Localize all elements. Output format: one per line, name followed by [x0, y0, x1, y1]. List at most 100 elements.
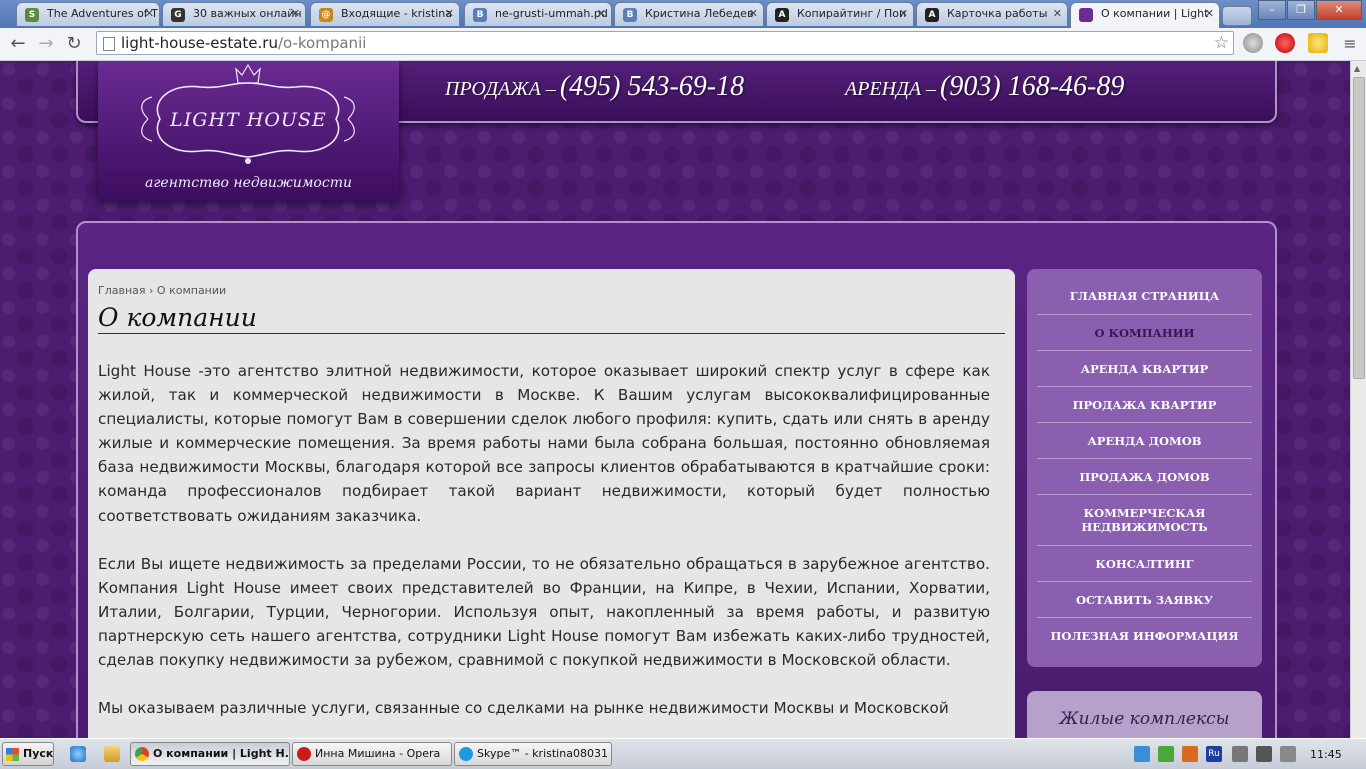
tray-device-icon[interactable]: [1256, 746, 1272, 762]
bookmark-star-icon[interactable]: ☆: [1214, 32, 1229, 54]
content-panel: Главная › О компании О компании Light Ho…: [88, 269, 1015, 738]
url-path: /o-kompanii: [277, 34, 367, 52]
tab-favicon-icon: B: [623, 8, 637, 22]
reload-icon[interactable]: ↻: [62, 32, 86, 56]
menu-item-commercial[interactable]: КОММЕРЧЕСКАЯ НЕДВИЖИМОСТЬ: [1037, 495, 1252, 546]
menu-item-rent-houses[interactable]: АРЕНДА ДОМОВ: [1037, 423, 1252, 459]
rent-phone-number: (903) 168-46-89: [940, 71, 1125, 102]
residential-complexes-title[interactable]: Жилые комплексы: [1027, 709, 1262, 729]
close-window-icon[interactable]: ✕: [1316, 0, 1362, 20]
browser-tab[interactable]: A Карточка работы ✕: [916, 2, 1068, 26]
tab-close-icon[interactable]: ✕: [1205, 7, 1214, 20]
logo-tagline: агентство недвижимости: [145, 175, 352, 191]
maximize-icon[interactable]: ❐: [1287, 0, 1315, 20]
skype-icon: [459, 747, 473, 761]
tray-network-icon[interactable]: [1134, 746, 1150, 762]
chrome-icon: [135, 747, 149, 761]
forward-arrow-icon[interactable]: →: [34, 32, 58, 56]
task-label: Инна Мишина - Opera: [315, 747, 441, 760]
start-button[interactable]: Пуск: [2, 742, 54, 766]
tray-volume-icon[interactable]: [1280, 746, 1296, 762]
tray-info-icon[interactable]: [1232, 746, 1248, 762]
menu-item-rent-apartments[interactable]: АРЕНДА КВАРТИР: [1037, 351, 1252, 387]
browser-tab[interactable]: A Копирайтинг / Пои ✕: [766, 2, 914, 26]
tab-favicon-icon: G: [171, 8, 185, 22]
tab-label: The Adventures of T: [47, 7, 158, 20]
rent-label: АРЕНДА –: [845, 78, 937, 100]
tab-favicon-icon: A: [775, 8, 789, 22]
tray-antivirus-icon[interactable]: [1182, 746, 1198, 762]
tab-label: Копирайтинг / Пои: [797, 7, 907, 20]
tab-label: Кристина Лебедев: [645, 7, 754, 20]
tray-clock[interactable]: 11:45: [1310, 748, 1342, 761]
paragraph: Если Вы ищете недвижимость за пределами …: [98, 554, 990, 670]
tab-close-icon[interactable]: ✕: [445, 7, 454, 20]
tray-check-icon[interactable]: [1158, 746, 1174, 762]
browser-tab[interactable]: S The Adventures of T ✕: [16, 2, 160, 26]
breadcrumb-home-link[interactable]: Главная: [98, 284, 146, 297]
scroll-up-icon[interactable]: ▲: [1354, 64, 1360, 73]
web-page: LIGHT HOUSE агентство недвижимости ПРОДА…: [0, 61, 1350, 738]
task-label: Skype™ - kristina08031: [477, 747, 608, 760]
menu-item-sale-houses[interactable]: ПРОДАЖА ДОМОВ: [1037, 459, 1252, 495]
ie-icon[interactable]: [70, 746, 86, 762]
extension-globe-icon[interactable]: [1243, 33, 1263, 53]
site-logo[interactable]: LIGHT HOUSE агентство недвижимости: [98, 61, 399, 201]
extension-bee-icon[interactable]: [1308, 33, 1328, 53]
page-icon: [103, 37, 115, 51]
logo-name: LIGHT HOUSE: [170, 109, 327, 131]
menu-item-about[interactable]: О КОМПАНИИ: [1037, 315, 1252, 351]
menu-icon[interactable]: ≡: [1338, 32, 1362, 56]
sale-phone: ПРОДАЖА – (495) 543-69-18: [445, 71, 744, 103]
browser-tab-strip: S The Adventures of T ✕ G 30 важных онла…: [0, 0, 1366, 28]
sidebar-menu: ГЛАВНАЯ СТРАНИЦА О КОМПАНИИ АРЕНДА КВАРТ…: [1027, 269, 1262, 667]
page-scrollbar[interactable]: ▲: [1350, 61, 1366, 738]
browser-tab-active[interactable]: О компании | Light ✕: [1070, 2, 1220, 28]
minimize-icon[interactable]: –: [1258, 0, 1286, 20]
tab-favicon-icon: A: [925, 8, 939, 22]
sale-phone-number: (495) 543-69-18: [559, 71, 745, 102]
back-arrow-icon[interactable]: ←: [6, 32, 30, 56]
extension-power-icon[interactable]: [1275, 33, 1295, 53]
tab-close-icon[interactable]: ✕: [1053, 7, 1062, 20]
address-bar[interactable]: light-house-estate.ru/o-kompanii ☆: [96, 31, 1234, 55]
tab-close-icon[interactable]: ✕: [749, 7, 758, 20]
paragraph: Light House -это агентство элитной недви…: [98, 362, 990, 525]
rent-phone: АРЕНДА – (903) 168-46-89: [845, 71, 1124, 103]
browser-tab[interactable]: G 30 важных онлайн ✕: [162, 2, 306, 26]
tray-language-icon[interactable]: Ru: [1206, 746, 1222, 762]
menu-item-useful-info[interactable]: ПОЛЕЗНАЯ ИНФОРМАЦИЯ: [1037, 618, 1252, 654]
menu-item-sale-apartments[interactable]: ПРОДАЖА КВАРТИР: [1037, 387, 1252, 423]
tab-close-icon[interactable]: ✕: [899, 7, 908, 20]
browser-toolbar: ← → ↻ light-house-estate.ru/o-kompanii ☆…: [0, 28, 1366, 61]
browser-tab[interactable]: @ Входящие - kristina ✕: [310, 2, 460, 26]
tab-label: 30 важных онлайн: [193, 7, 302, 20]
window-controls: – ❐ ✕: [1257, 0, 1362, 20]
taskbar-item-chrome[interactable]: О компании | Light H...: [130, 742, 290, 766]
folder-icon[interactable]: [104, 746, 120, 762]
browser-tab[interactable]: B Кристина Лебедев ✕: [614, 2, 764, 26]
taskbar: Пуск О компании | Light H... Инна Мишина…: [0, 738, 1366, 769]
paragraph: Мы оказываем различные услуги, связанные…: [98, 699, 949, 718]
tab-label: О компании | Light: [1101, 7, 1209, 20]
new-tab-button[interactable]: [1222, 6, 1252, 26]
page-title: О компании: [98, 303, 1005, 334]
taskbar-item-opera[interactable]: Инна Мишина - Opera: [292, 742, 452, 766]
start-label: Пуск: [23, 747, 54, 760]
scrollbar-thumb[interactable]: [1353, 77, 1365, 379]
residential-complexes-box: Жилые комплексы: [1027, 691, 1262, 738]
tab-close-icon[interactable]: ✕: [291, 7, 300, 20]
url-host: light-house-estate.ru: [121, 34, 278, 52]
tab-favicon-icon: [1079, 8, 1093, 22]
article-text: Light House -это агентство элитной недви…: [98, 359, 990, 738]
menu-item-home[interactable]: ГЛАВНАЯ СТРАНИЦА: [1037, 269, 1252, 315]
menu-item-consulting[interactable]: КОНСАЛТИНГ: [1037, 546, 1252, 582]
task-label: О компании | Light H...: [153, 747, 290, 760]
tab-close-icon[interactable]: ✕: [145, 7, 154, 20]
menu-item-request[interactable]: ОСТАВИТЬ ЗАЯВКУ: [1037, 582, 1252, 618]
taskbar-item-skype[interactable]: Skype™ - kristina08031: [454, 742, 612, 766]
tab-close-icon[interactable]: ✕: [597, 7, 606, 20]
browser-tab[interactable]: B ne-grusti-ummah.pd ✕: [464, 2, 612, 26]
windows-logo-icon: [6, 748, 19, 761]
breadcrumb-separator: ›: [149, 284, 154, 297]
